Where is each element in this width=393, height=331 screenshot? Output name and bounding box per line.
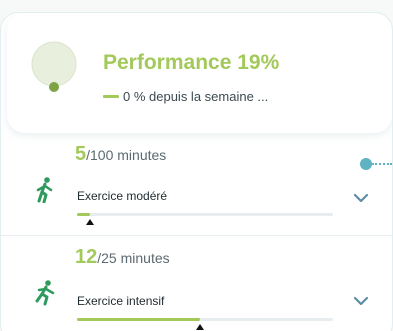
tour-hint-line: [372, 163, 392, 165]
progress-fill: [77, 318, 200, 321]
running-icon: [35, 280, 55, 306]
exercise-label: Exercice modéré: [77, 189, 168, 203]
chevron-down-icon[interactable]: [353, 296, 369, 306]
performance-summary: Performance 19% 0 % depuis la semaine ..…: [7, 13, 392, 133]
progress-track: [77, 213, 333, 225]
minutes-target: /25 minutes: [97, 250, 170, 266]
location-pin-icon: [31, 41, 77, 92]
performance-subtitle: 0 % depuis la semaine ...: [103, 89, 268, 104]
progress-track: [77, 318, 333, 330]
performance-subtitle-text: 0 % depuis la semaine ...: [123, 89, 269, 104]
exercise-row-moderate[interactable]: 5/100 minutes Exercice modéré: [1, 141, 392, 233]
progress-marker-icon: [195, 324, 204, 330]
exercise-row-intense[interactable]: 12/25 minutes Exercice intensif: [1, 235, 392, 330]
performance-title: Performance 19%: [103, 51, 280, 74]
minutes-value: 12: [75, 246, 98, 268]
minutes-value: 5: [75, 143, 87, 165]
activity-card: Performance 19% 0 % depuis la semaine ..…: [0, 12, 393, 331]
trend-flat-icon: [103, 95, 119, 98]
walking-icon: [36, 177, 53, 203]
exercise-label: Exercice intensif: [77, 294, 165, 308]
minutes-progress: 5/100 minutes: [75, 143, 166, 166]
minutes-target: /100 minutes: [86, 147, 167, 163]
progress-marker-icon: [85, 219, 94, 225]
chevron-down-icon[interactable]: [353, 193, 369, 203]
progress-fill: [77, 213, 90, 216]
minutes-progress: 12/25 minutes: [75, 246, 170, 269]
tour-hint-dot[interactable]: [360, 158, 372, 170]
